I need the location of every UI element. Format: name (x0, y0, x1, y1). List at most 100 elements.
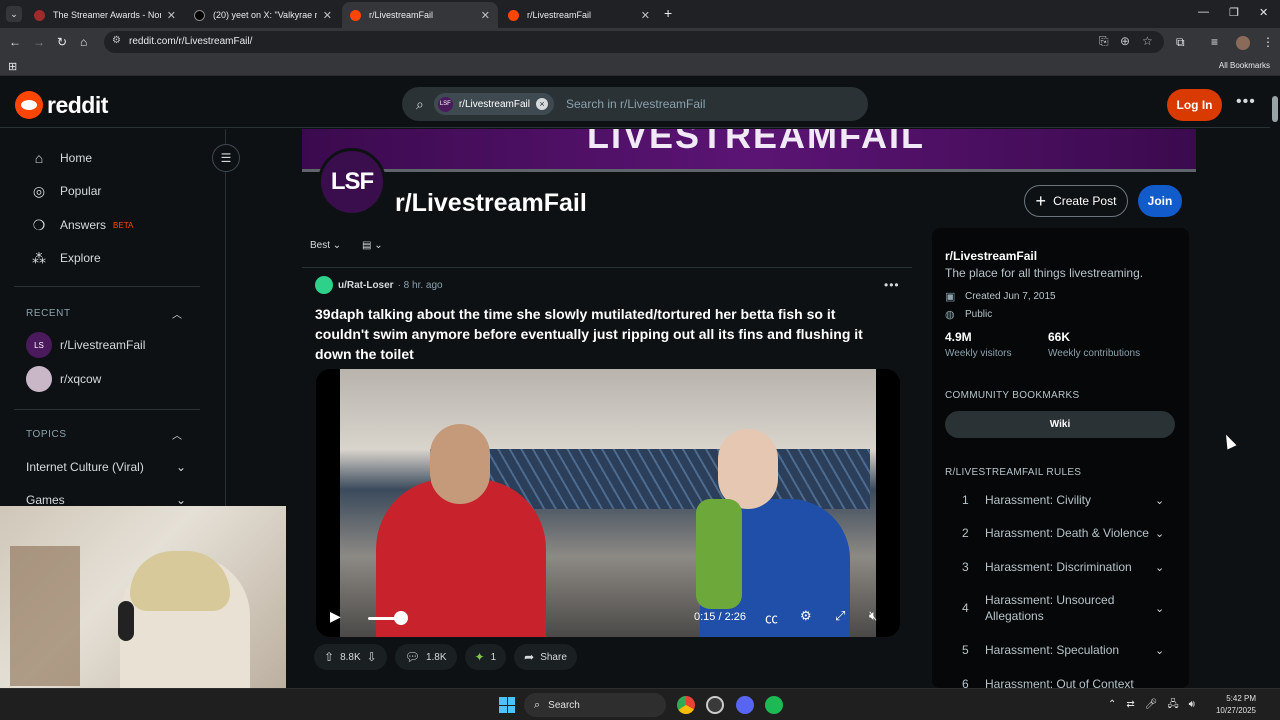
tab-close-icon[interactable]: ✕ (323, 9, 332, 22)
weekly-contributions-stat: 66K Weekly contributions (1048, 330, 1140, 359)
spotify-taskbar-icon[interactable] (765, 696, 783, 714)
tab-livestreamfail-active[interactable]: r/LivestreamFail ✕ (342, 2, 498, 28)
comment-count: 1.8K (425, 651, 447, 663)
profile-avatar[interactable] (1236, 36, 1250, 50)
sort-dropdown[interactable]: Best ⌄ (310, 240, 341, 251)
browser-menu-icon[interactable]: ⋮ (1262, 34, 1274, 50)
sidebar-item-explore[interactable]: ⁂ Explore (30, 247, 101, 269)
forward-icon[interactable]: → (33, 34, 45, 50)
settings-gear-icon[interactable]: ⚙ (800, 608, 812, 624)
post-title[interactable]: 39daph talking about the time she slowly… (315, 304, 885, 364)
post-card[interactable]: u/Rat-Loser · 8 hr. ago ••• 39daph talki… (302, 267, 912, 687)
fullscreen-icon[interactable]: ⤢ (835, 608, 845, 624)
new-tab-button[interactable]: + (664, 5, 672, 21)
search-input[interactable]: Search in r/LivestreamFail (566, 97, 705, 111)
comments-button[interactable]: 💬︎ 1.8K (394, 644, 457, 670)
search-bar[interactable]: ⌕ LSF r/LivestreamFail × Search in r/Liv… (402, 87, 868, 121)
rule-item[interactable]: 5 Harassment: Speculation ⌄ (945, 642, 1175, 658)
taskbar-clock[interactable]: 5:42 PM 10/27/2025 (1206, 693, 1256, 717)
browser-toolbar: ← → ↻ ⌂ ⚙ reddit.com/r/LivestreamFail/ ⎘… (0, 28, 1280, 56)
tab-livestreamfail[interactable]: r/LivestreamFail ✕ (500, 2, 658, 28)
author-name[interactable]: u/Rat-Loser (338, 280, 394, 291)
topic-games[interactable]: Games ⌄ (26, 493, 186, 507)
video-player[interactable]: ▶ 0:15 / 2:26 ㏄ ⚙ ⤢ 🔇︎ (316, 369, 900, 637)
video-controls: ▶ 0:15 / 2:26 ㏄ ⚙ ⤢ 🔇︎ (316, 599, 900, 637)
collapse-sidebar-button[interactable]: ☰ (212, 144, 240, 172)
view-toggle-dropdown[interactable]: ▤ ⌄ (362, 240, 383, 251)
tab-streamer-awards[interactable]: The Streamer Awards - Nomina ✕ (26, 2, 184, 28)
post-options-icon[interactable]: ••• (884, 278, 900, 292)
tab-close-icon[interactable]: ✕ (641, 9, 650, 22)
play-icon[interactable]: ▶ (330, 608, 341, 625)
tab-close-icon[interactable]: ✕ (167, 9, 176, 22)
author-avatar[interactable] (315, 276, 333, 294)
captions-icon[interactable]: ㏄ (765, 608, 778, 627)
home-browser-icon[interactable]: ⌂ (80, 34, 87, 50)
back-icon[interactable]: ← (9, 34, 21, 50)
address-bar[interactable]: ⚙ reddit.com/r/LivestreamFail/ ⎘ ⊕ ☆ (104, 31, 1164, 53)
tab-close-icon[interactable]: ✕ (481, 9, 490, 22)
topics-collapse-icon[interactable]: ︿ (172, 427, 182, 442)
extensions-icon[interactable]: ⧉ (1176, 34, 1185, 50)
more-options-icon[interactable]: ••• (1236, 93, 1256, 111)
start-button[interactable] (499, 697, 515, 713)
all-bookmarks-button[interactable]: All Bookmarks (1219, 61, 1270, 70)
post-actions: ⇧ 8.8K ⇩ 💬︎ 1.8K ✦ 1 ➦ Share (314, 644, 585, 670)
rule-item[interactable]: 3 Harassment: Discrimination ⌄ (945, 559, 1175, 575)
chip-subreddit-icon: LSF (437, 96, 453, 112)
rule-number: 5 (962, 643, 969, 657)
downvote-icon[interactable]: ⇩ (367, 650, 377, 664)
chrome-taskbar-icon[interactable] (677, 696, 695, 714)
discord-taskbar-icon[interactable] (736, 696, 754, 714)
volume-slider-handle[interactable] (394, 611, 408, 625)
subreddit-avatar: LS (26, 332, 52, 358)
zoom-icon[interactable]: ⊕ (1120, 34, 1130, 48)
sidebar-item-label: Answers (60, 218, 107, 232)
rule-item[interactable]: 4 Harassment: Unsourced Allegations ⌄ (945, 592, 1175, 624)
award-button[interactable]: ✦ 1 (464, 644, 507, 670)
reading-list-icon[interactable]: ≡ (1211, 34, 1218, 50)
chevron-down-icon: ⌄ (332, 240, 342, 251)
beta-badge: BETA (113, 220, 134, 230)
site-info-icon[interactable]: ⚙ (112, 35, 121, 46)
browser-tab-strip: ⌄ The Streamer Awards - Nomina ✕ (20) ye… (0, 0, 1280, 28)
recent-collapse-icon[interactable]: ︿ (172, 306, 182, 321)
system-tray[interactable]: ⌃⇄🎤︎🖧︎🔊︎ (1108, 697, 1205, 714)
visibility: ◍ Public (945, 308, 992, 321)
apps-grid-icon[interactable]: ⊞ (8, 60, 17, 73)
sidebar-item-popular[interactable]: ◎ Popular (30, 180, 101, 202)
rule-item[interactable]: 1 Harassment: Civility ⌄ (945, 492, 1175, 508)
tab-search-dropdown-icon[interactable]: ⌄ (6, 6, 22, 22)
post-time: · 8 hr. ago (397, 279, 443, 291)
minimize-icon[interactable]: — (1198, 6, 1209, 18)
mute-icon[interactable]: 🔇︎ (869, 608, 877, 624)
close-window-icon[interactable]: ✕ (1259, 6, 1268, 19)
page-scrollbar[interactable] (1270, 80, 1280, 690)
obs-taskbar-icon[interactable] (706, 696, 724, 714)
reload-icon[interactable]: ↻ (57, 34, 67, 50)
recent-item-xqcow[interactable]: r/xqcow (26, 366, 101, 392)
subreddit-search-chip[interactable]: LSF r/LivestreamFail × (433, 93, 554, 115)
reddit-logo[interactable]: reddit (15, 91, 108, 119)
scrollbar-thumb[interactable] (1272, 96, 1278, 122)
create-post-button[interactable]: + Create Post (1024, 185, 1128, 217)
sidebar-item-answers[interactable]: ❍ Answers BETA (30, 214, 134, 236)
bookmarks-bar: ⊞ All Bookmarks (0, 56, 1280, 76)
wiki-button[interactable]: Wiki (945, 411, 1175, 438)
post-meta: u/Rat-Loser · 8 hr. ago (315, 276, 443, 294)
join-button[interactable]: Join (1138, 185, 1182, 217)
tab-x-post[interactable]: (20) yeet on X: "Valkyrae reacts ✕ (186, 2, 340, 28)
upvote-icon[interactable]: ⇧ (324, 650, 334, 664)
login-button[interactable]: Log In (1167, 89, 1222, 121)
install-icon[interactable]: ⎘ (1099, 34, 1109, 49)
taskbar-search[interactable]: ⌕ Search (524, 693, 666, 717)
bookmark-star-icon[interactable]: ☆ (1142, 34, 1153, 48)
maximize-icon[interactable]: ❐ (1229, 6, 1239, 19)
chip-clear-icon[interactable]: × (535, 98, 548, 110)
sidebar-item-home[interactable]: ⌂ Home (30, 147, 92, 169)
share-button[interactable]: ➦ Share (514, 644, 577, 670)
rule-item[interactable]: 2 Harassment: Death & Violence ⌄ (945, 525, 1175, 541)
topic-internet-culture[interactable]: Internet Culture (Viral) ⌄ (26, 460, 186, 474)
subreddit-avatar (26, 366, 52, 392)
recent-item-livestreamfail[interactable]: LS r/LivestreamFail (26, 332, 145, 358)
